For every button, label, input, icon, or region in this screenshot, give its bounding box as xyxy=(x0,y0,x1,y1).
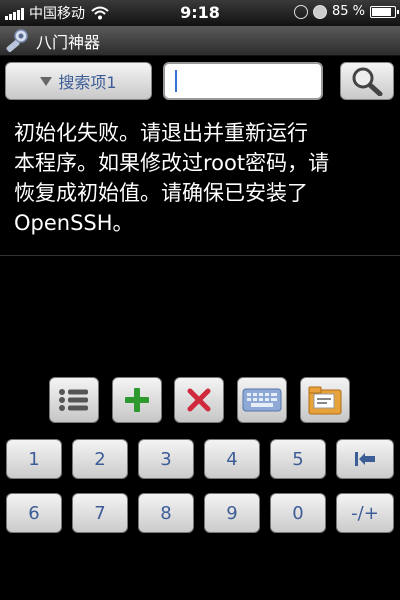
folder-button[interactable] xyxy=(300,377,350,423)
search-row: 搜索项1 xyxy=(0,56,400,106)
folder-icon xyxy=(308,386,342,415)
search-input[interactable] xyxy=(163,62,323,100)
keyboard-button[interactable] xyxy=(237,377,287,423)
search-type-label: 搜索项1 xyxy=(58,73,117,92)
key-backspace[interactable] xyxy=(336,439,394,479)
add-icon xyxy=(125,388,149,412)
list-button[interactable] xyxy=(49,377,99,423)
backspace-icon xyxy=(355,452,375,466)
key-6[interactable]: 6 xyxy=(6,493,62,533)
key-0[interactable]: 0 xyxy=(270,493,326,533)
battery-icon xyxy=(370,5,399,18)
key-2[interactable]: 2 xyxy=(72,439,128,479)
key-8[interactable]: 8 xyxy=(138,493,194,533)
search-button[interactable] xyxy=(340,62,394,100)
key-sign-toggle[interactable]: -/+ xyxy=(336,493,394,533)
search-type-dropdown[interactable]: 搜索项1 xyxy=(5,62,152,100)
delete-button[interactable] xyxy=(174,377,224,423)
divider xyxy=(0,255,400,256)
status-bar: 中国移动 9:18 85 % xyxy=(0,0,400,26)
key-5[interactable]: 5 xyxy=(270,439,326,479)
key-4[interactable]: 4 xyxy=(204,439,260,479)
add-button[interactable] xyxy=(112,377,162,423)
toolbar xyxy=(0,377,400,425)
app-title: 八门神器 xyxy=(36,32,101,52)
rotation-lock-icon xyxy=(293,4,308,19)
key-3[interactable]: 3 xyxy=(138,439,194,479)
list-icon xyxy=(59,389,88,411)
key-7[interactable]: 7 xyxy=(72,493,128,533)
keyboard-icon xyxy=(242,388,282,412)
battery-percent: 85 % xyxy=(331,4,365,19)
title-bar: 八门神器 xyxy=(0,26,400,56)
key-9[interactable]: 9 xyxy=(204,493,260,533)
alarm-icon xyxy=(312,4,327,19)
error-message: 初始化失败。请退出并重新运行 本程序。如果修改过root密码，请 恢复成初始值。… xyxy=(14,121,330,235)
search-icon xyxy=(352,67,383,96)
dropdown-arrow-icon xyxy=(40,76,53,86)
key-1[interactable]: 1 xyxy=(6,439,62,479)
text-caret xyxy=(175,70,177,92)
delete-icon xyxy=(187,388,211,412)
app-logo-icon xyxy=(6,28,28,52)
